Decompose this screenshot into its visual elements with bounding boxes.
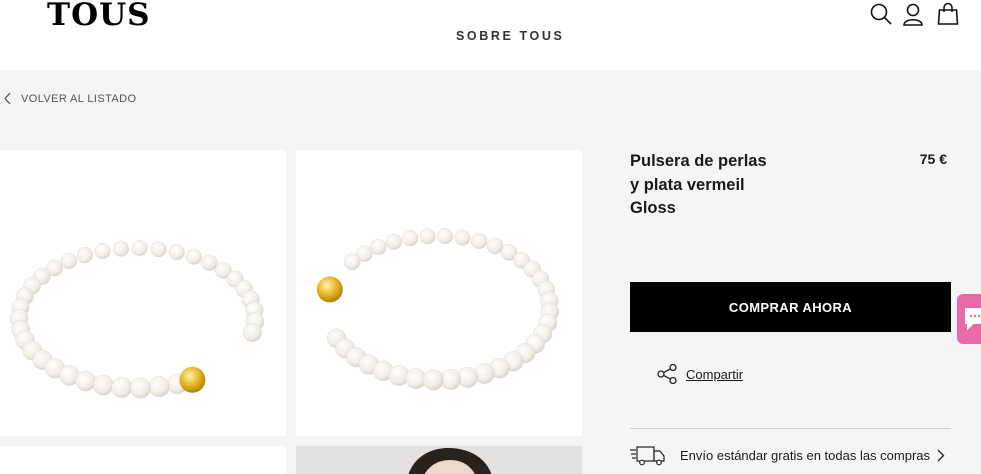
pearl-bracelet-image-front [9,239,265,399]
pearl [370,238,387,256]
pearl [437,228,454,245]
pearl [242,323,262,343]
pearl [148,376,170,398]
buy-now-button[interactable]: COMPRAR AHORA [630,282,951,332]
chevron-left-icon [4,92,11,105]
product-title-line: Gloss [630,199,676,217]
chat-icon [965,308,981,331]
pearl [168,243,185,261]
pearl [75,370,97,392]
bag-icon[interactable] [936,2,960,26]
pearl [422,369,444,391]
model-photo [408,448,492,474]
pearl [131,239,148,257]
pearl-bracelet-image-angle [316,228,560,391]
share-icon [657,363,677,385]
pearl [111,376,133,398]
gold-bead [316,276,343,303]
product-image-4[interactable] [296,446,582,474]
pearl [185,248,202,265]
back-link-label: VOLVER AL LISTADO [21,92,137,105]
gold-bead [179,366,206,393]
pearl [454,229,471,246]
product-title: Pulsera de perlas y plata vermeil Gloss [630,150,790,221]
share-label: Compartir [686,366,744,382]
product-title-line: Pulsera de perlas [630,152,767,170]
product-price: 75 € [919,151,947,167]
site-header: TOUS SOBRE TOUS [0,0,981,70]
product-title-line: y plata vermeil [630,175,745,194]
divider [630,428,951,429]
chat-button[interactable] [957,294,981,344]
product-content: VOLVER AL LISTADO Pulsera de perlas y pl… [0,70,981,474]
pearl [486,237,504,255]
pearl [470,232,488,250]
user-icon[interactable] [901,2,925,26]
shipping-info-row[interactable]: Envío estándar gratis en todas las compr… [630,443,951,467]
pearl [419,228,436,245]
pearl [60,252,78,270]
pearl [92,374,114,396]
shipping-label: Envío estándar gratis en todas las compr… [680,447,931,463]
back-to-list-link[interactable]: VOLVER AL LISTADO [3,92,136,105]
share-link[interactable]: Compartir [656,363,743,385]
pearl [94,242,111,260]
product-image-1[interactable] [0,150,286,436]
pearl [150,241,167,258]
product-image-3[interactable] [0,446,286,474]
chevron-right-icon [937,449,945,462]
pearl [76,246,94,264]
pearl [343,253,361,271]
delivery-truck-icon [630,446,665,466]
search-icon[interactable] [869,2,893,26]
pearl [402,230,419,247]
product-image-2[interactable] [296,150,582,436]
nav-link-sobre-tous[interactable]: SOBRE TOUS [456,29,564,43]
tous-logo[interactable]: TOUS [47,0,151,32]
pearl [112,240,129,257]
pearl [130,377,151,399]
pearl [385,233,403,250]
